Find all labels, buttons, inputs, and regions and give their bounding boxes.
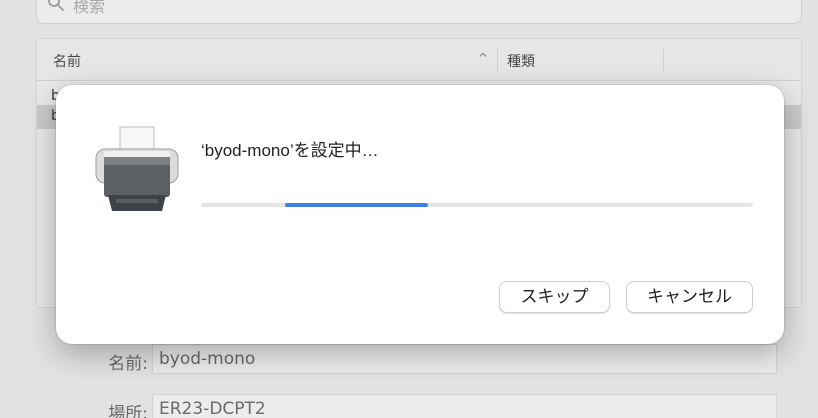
column-header-kind[interactable]: 種類	[507, 51, 535, 71]
location-label: 場所:	[108, 404, 148, 418]
search-placeholder: 検索	[73, 0, 106, 16]
printer-icon	[90, 123, 184, 217]
column-divider	[663, 49, 664, 71]
column-header-name[interactable]: 名前	[53, 51, 81, 71]
name-label: 名前:	[108, 354, 148, 374]
skip-button[interactable]: スキップ	[499, 281, 610, 313]
search-icon	[47, 0, 65, 16]
setup-progress-dialog: ‘byod-mono’を設定中… スキップ キャンセル	[56, 85, 784, 344]
search-input[interactable]: 検索	[36, 0, 802, 24]
progress-bar	[201, 203, 753, 207]
dialog-title: ‘byod-mono’を設定中…	[201, 141, 379, 160]
progress-indicator	[285, 203, 428, 207]
name-field[interactable]: byod-mono	[152, 344, 777, 374]
column-divider	[497, 49, 498, 71]
list-header: 名前 ^ 種類	[37, 39, 801, 81]
sort-ascending-icon: ^	[478, 51, 489, 65]
cancel-button[interactable]: キャンセル	[626, 281, 753, 313]
location-field[interactable]: ER23-DCPT2	[152, 394, 777, 418]
